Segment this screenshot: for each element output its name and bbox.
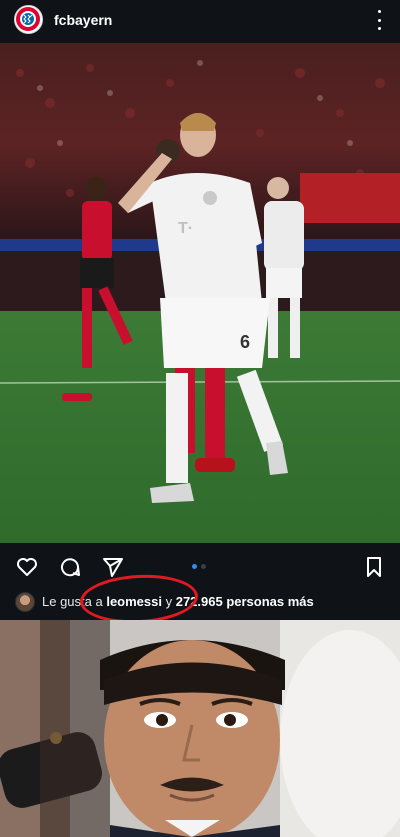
send-icon[interactable] xyxy=(101,555,125,579)
bookmark-icon[interactable] xyxy=(362,555,386,579)
comment-icon[interactable] xyxy=(58,555,82,579)
carousel-dot-active xyxy=(192,564,197,569)
reaction-photo xyxy=(0,620,400,837)
carousel-indicator xyxy=(192,564,206,569)
svg-text:6: 6 xyxy=(240,332,250,352)
liker-avatar xyxy=(15,592,35,612)
football-photo: 6 T· xyxy=(0,43,400,543)
post-username[interactable]: fcbayern xyxy=(54,12,112,28)
reaction-face-photo xyxy=(0,620,400,837)
heart-icon[interactable] xyxy=(15,555,39,579)
svg-text:T·: T· xyxy=(178,220,193,237)
likes-row[interactable]: Le gusta a leomessi y 272.965 personas m… xyxy=(0,588,400,618)
post-photo[interactable]: 6 T· xyxy=(0,43,400,543)
fc-bayern-crest-icon xyxy=(16,7,40,31)
profile-avatar[interactable] xyxy=(14,5,43,34)
carousel-dot xyxy=(201,564,206,569)
post-header: fcbayern xyxy=(0,0,400,42)
more-vertical-icon[interactable] xyxy=(372,10,386,30)
